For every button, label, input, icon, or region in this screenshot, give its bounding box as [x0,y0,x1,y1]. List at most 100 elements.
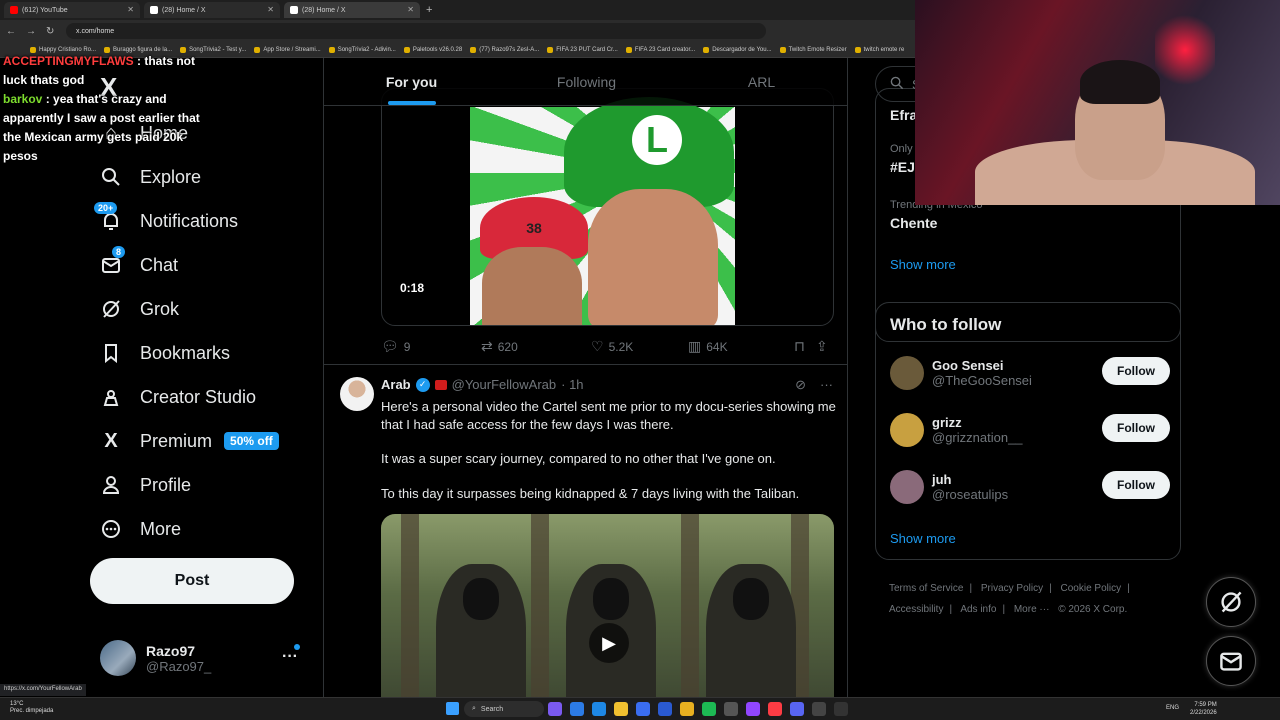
account-switcher[interactable]: Razo97 @Razo97_ ··· [100,638,310,678]
nav-profile[interactable]: Profile [100,474,191,496]
folder-icon[interactable] [614,702,628,716]
taskbar-search[interactable]: ⌕ Search [464,701,544,717]
twitch-icon[interactable] [746,702,760,716]
bookmark[interactable]: twitch emote re [854,46,904,53]
follow-suggestion[interactable]: grizz @grizznation__ Follow [890,410,1170,450]
close-icon[interactable]: ✕ [127,5,134,14]
nav-notifications[interactable]: 20+ Notifications [94,202,238,232]
obs-icon[interactable] [834,702,848,716]
language-indicator[interactable]: ENG [1166,705,1179,711]
back-icon[interactable]: ← [6,26,16,37]
messages-floating-button[interactable] [1206,636,1256,686]
bookmark[interactable]: FIFA 23 Card creator... [625,46,695,53]
trend-item[interactable]: Chente [890,215,937,231]
play-icon[interactable]: ▶ [589,623,629,663]
author-name[interactable]: Arab [381,377,411,392]
bookmark-tweet-button[interactable]: ⊓ [794,338,816,355]
more-link[interactable]: More ··· [1014,604,1050,615]
grok-floating-button[interactable] [1206,577,1256,627]
notifications-badge: 20+ [94,202,118,214]
repost-button[interactable]: ⇄ 620 [481,338,591,355]
show-more-link[interactable]: Show more [890,257,956,272]
grok-icon [1221,591,1242,613]
bookmark[interactable]: Descargador de You... [703,46,772,53]
share-button[interactable]: ⇪ [816,338,828,355]
spotify-icon[interactable] [702,702,716,716]
premium-discount-badge: 50% off [224,432,279,450]
bookmark[interactable]: App Store / Streami... [254,46,321,53]
forward-icon[interactable]: → [26,26,36,37]
terms-link[interactable]: Terms of Service [889,583,963,594]
tweet[interactable]: Arab ✓ @YourFellowArab · 1h ⊘ ··· Here's… [324,365,847,700]
ads-info-link[interactable]: Ads info [960,604,996,615]
bookmark[interactable]: FIFA 23 PUT Card Cr... [547,46,618,53]
webcam-overlay [915,0,1280,205]
search-icon [890,76,904,93]
tweet-header-actions: ⊘ ··· [795,377,833,393]
edge-icon[interactable] [592,702,606,716]
reply-button[interactable]: 💬︎ 9 [381,338,481,355]
account-name: Razo97 [146,642,196,659]
privacy-link[interactable]: Privacy Policy [981,583,1043,594]
bookmark[interactable]: SongTrivia2 - Adivin... [328,46,396,53]
follow-button[interactable]: Follow [1102,357,1170,385]
tab-for-you[interactable]: For you [324,58,499,105]
follow-suggestion[interactable]: Goo Sensei @TheGooSensei Follow [890,353,1170,393]
like-button[interactable]: ♡ 5.2K [591,338,688,355]
tweet-video[interactable]: ▶ [381,514,834,700]
tab-arl[interactable]: ARL [674,58,847,105]
more-horizontal-icon[interactable]: ··· [282,648,298,666]
tab-x-home-active[interactable]: (28) Home / X ✕ [284,2,420,18]
app-icon[interactable] [636,702,650,716]
tab-youtube[interactable]: (612) YouTube ✕ [4,2,140,18]
repost-icon: ⇄ [481,338,493,354]
cookie-link[interactable]: Cookie Policy [1061,583,1122,594]
tweet-time[interactable]: · 1h [561,377,583,392]
post-button[interactable]: Post [90,558,294,604]
url-field[interactable]: x.com/home [66,23,766,39]
nav-explore[interactable]: Explore [100,166,201,188]
avatar[interactable] [340,377,374,411]
light [1155,10,1215,90]
reload-icon[interactable]: ↻ [46,26,56,37]
follow-button[interactable]: Follow [1102,414,1170,442]
discord-icon[interactable] [790,702,804,716]
nav-chat[interactable]: 8 Chat [100,246,178,276]
nav-more[interactable]: More [100,518,181,540]
weather-widget[interactable]: 13°C Prec. dimpejada [10,701,53,715]
author-handle[interactable]: @YourFellowArab [452,377,557,392]
grok-icon[interactable]: ⊘ [795,377,806,393]
tab-following[interactable]: Following [499,58,674,105]
nav-bookmarks[interactable]: Bookmarks [100,342,230,364]
chrome-icon[interactable] [680,702,694,716]
bookmark[interactable]: (77) Razo97s Zesl-A... [470,46,539,53]
bookmark[interactable]: Paletools v26.0.28 [403,46,462,53]
nav-premium[interactable]: X Premium 50% off [100,430,279,452]
more-circle-icon [100,518,122,540]
follow-button[interactable]: Follow [1102,471,1170,499]
accessibility-link[interactable]: Accessibility [889,604,943,615]
new-tab-button[interactable]: + [426,4,432,16]
more-horizontal-icon[interactable]: ··· [820,377,833,393]
tweet-video-thumbnail[interactable]: L 38 0:18 [381,88,834,326]
outlook-icon[interactable] [658,702,672,716]
views-button[interactable]: ▥ 64K [688,338,794,355]
close-icon[interactable]: ✕ [267,5,274,14]
mask [463,578,499,620]
chat-message: barkov : yea that's crazy and apparently… [3,92,200,163]
start-icon[interactable] [446,702,459,715]
trend-item[interactable]: Efra [890,107,917,123]
show-more-link[interactable]: Show more [890,531,956,546]
tab-x-home[interactable]: (28) Home / X ✕ [144,2,280,18]
music-icon[interactable] [768,702,782,716]
app-icon[interactable] [812,702,826,716]
nav-creator-studio[interactable]: Creator Studio [100,386,256,408]
close-icon[interactable]: ✕ [407,5,414,14]
bookmark[interactable]: Twitch Emote Resizer [779,46,847,53]
app-icon[interactable] [570,702,584,716]
clock[interactable]: 7:59 PM 2/22/2026 [1190,701,1217,717]
nav-grok[interactable]: Grok [100,298,179,320]
app-icon[interactable] [724,702,738,716]
follow-suggestion[interactable]: juh @roseatulips Follow [890,467,1170,507]
app-icon[interactable] [548,702,562,716]
